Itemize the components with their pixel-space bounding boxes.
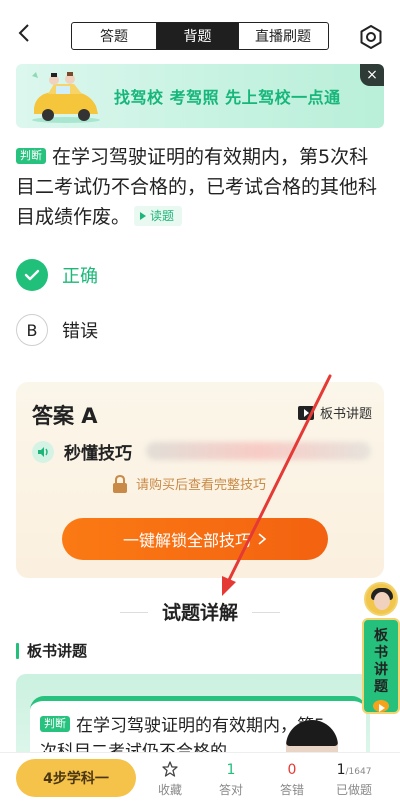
technique-label: 秒懂技巧 (64, 444, 132, 464)
close-icon: × (366, 67, 378, 83)
side-widget-body: 板 书 讲 题 (362, 618, 400, 714)
side-char-2: 书 (374, 645, 388, 661)
settings-gear-icon[interactable] (358, 24, 384, 50)
play-icon (140, 212, 147, 220)
detail-title: 试题详解 (161, 602, 238, 624)
side-play-icon (373, 700, 389, 712)
tab-live-practice[interactable]: 直播刷题 (238, 23, 327, 49)
board-lecture-label: 板书讲题 (319, 407, 372, 422)
header: 答题 背题 直播刷题 (0, 0, 400, 64)
divider-right (252, 612, 280, 613)
banner-slogan: 找驾校 考驾照 先上驾校一点通 (114, 88, 341, 107)
mode-tabs: 答题 背题 直播刷题 (71, 22, 329, 50)
back-arrow-icon[interactable] (14, 22, 36, 44)
favorite-label: 收藏 (157, 783, 182, 797)
star-icon (162, 761, 178, 777)
locked-hint-text: 请购买后查看完整技巧 (136, 478, 267, 493)
blurred-content (146, 442, 371, 460)
done-total: /1647 (345, 767, 372, 777)
option-a[interactable]: 正确 (16, 258, 316, 292)
question-type-tag: 判断 (16, 148, 46, 164)
study-steps-button[interactable]: 4步学科一 (16, 759, 136, 797)
read-question-label: 读题 (150, 209, 175, 223)
promo-banner[interactable]: 找驾校 考驾照 先上驾校一点通 × (16, 64, 384, 128)
car-illustration-icon (32, 72, 100, 123)
tab-answer[interactable]: 答题 (72, 23, 156, 49)
locked-hint: 请购买后查看完整技巧 (112, 474, 266, 493)
wrong-count-value: 0 (287, 762, 297, 778)
done-label: 已做题 (335, 783, 372, 797)
answer-card: 答案 A 板书讲题 秒懂技巧 请购买后查看完整技巧 一键解锁全部技巧 (16, 382, 384, 578)
correct-count[interactable]: 1 答对 (203, 761, 259, 798)
banner-close-button[interactable]: × (360, 64, 384, 86)
option-a-text: 正确 (62, 266, 98, 287)
question-text-block: 判断 在学习驾驶证明的有效期内，第5次科目二考试仍不合格的，已考试合格的其他科目成… (16, 142, 386, 232)
done-count[interactable]: 1/1647 已做题 (326, 761, 382, 798)
wrong-label: 答错 (279, 783, 304, 797)
read-question-button[interactable]: 读题 (134, 206, 183, 226)
option-b[interactable]: B 错误 (16, 313, 316, 347)
floating-board-lecture-widget[interactable]: 板 书 讲 题 (362, 582, 400, 716)
video-question-tag: 判断 (40, 716, 70, 732)
correct-check-icon (16, 259, 48, 291)
unlock-all-label: 一键解锁全部技巧 (122, 531, 251, 550)
option-b-letter: B (16, 314, 48, 346)
favorite-button[interactable]: 收藏 (142, 761, 198, 798)
video-play-icon (297, 405, 314, 420)
board-lecture-section-label: 板书讲题 (27, 642, 88, 660)
technique-row: 秒懂技巧 (32, 439, 132, 464)
board-lecture-link[interactable]: 板书讲题 (297, 403, 372, 422)
chevron-right-icon (258, 533, 267, 545)
board-lecture-section-header: 板书讲题 (16, 640, 87, 661)
lock-icon (113, 474, 127, 493)
speaker-icon[interactable] (32, 440, 54, 463)
side-char-1: 板 (374, 628, 388, 644)
tab-memorize[interactable]: 背题 (156, 23, 238, 49)
wrong-count[interactable]: 0 答错 (264, 761, 320, 798)
side-char-4: 题 (374, 679, 388, 695)
section-accent-bar (16, 642, 19, 659)
answer-title: 答案 A (32, 404, 98, 428)
bottom-bar: 4步学科一 收藏 1 答对 0 答错 1/1647 已做题 (0, 752, 400, 802)
correct-label: 答对 (218, 783, 243, 797)
unlock-all-button[interactable]: 一键解锁全部技巧 (62, 518, 328, 560)
teacher-avatar (364, 582, 398, 616)
correct-count-value: 1 (226, 762, 236, 778)
question-text: 在学习驾驶证明的有效期内，第5次科目二考试仍不合格的，已考试合格的其他科目成绩作… (16, 146, 378, 228)
side-char-3: 讲 (374, 662, 388, 678)
option-b-text: 错误 (62, 321, 98, 342)
